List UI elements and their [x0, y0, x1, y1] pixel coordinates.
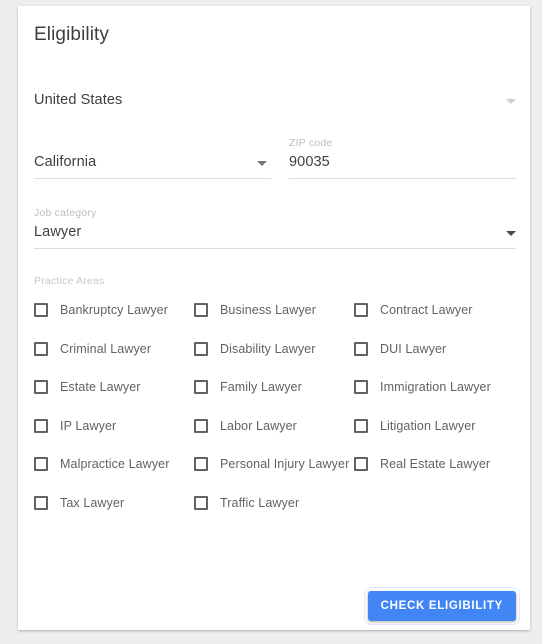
- checkbox-icon[interactable]: [354, 341, 368, 356]
- checkbox-icon[interactable]: [354, 380, 368, 394]
- job-category-underline: [34, 248, 516, 249]
- checkbox-icon[interactable]: [194, 457, 208, 471]
- zip-code-label: ZIP code: [289, 137, 333, 149]
- practice-area-checkbox-item[interactable]: Family Lawyer: [194, 378, 354, 396]
- job-category-value: Lawyer: [34, 224, 82, 240]
- checkbox-icon[interactable]: [354, 303, 368, 317]
- card-content: Eligibility United States California ZIP…: [18, 6, 530, 630]
- checkbox-icon[interactable]: [194, 303, 208, 317]
- state-underline: [34, 178, 271, 179]
- checkbox-icon[interactable]: [354, 457, 368, 471]
- practice-area-checkbox-item[interactable]: Criminal Lawyer: [34, 340, 194, 358]
- practice-area-checkbox-item[interactable]: Malpractice Lawyer: [34, 455, 194, 473]
- practice-area-checkbox-item[interactable]: IP Lawyer: [34, 417, 194, 435]
- zip-code-input[interactable]: 90035: [289, 152, 330, 172]
- job-category-select[interactable]: Job category Lawyer: [34, 207, 516, 249]
- practice-area-label: Estate Lawyer: [60, 380, 141, 394]
- practice-areas-grid: Bankruptcy Lawyer Business Lawyer Contract…: [34, 301, 516, 532]
- chevron-down-icon: [257, 161, 267, 166]
- practice-area-label: Real Estate Lawyer: [380, 457, 491, 471]
- practice-area-label: Disability Lawyer: [220, 341, 316, 356]
- chevron-down-icon: [506, 99, 516, 104]
- practice-area-label: Tax Lawyer: [60, 495, 125, 510]
- zip-code-underline: [289, 178, 516, 179]
- practice-area-label: Immigration Lawyer: [380, 380, 491, 394]
- checkbox-icon[interactable]: [34, 457, 48, 471]
- practice-area-label: Malpractice Lawyer: [60, 457, 170, 471]
- practice-area-checkbox-item[interactable]: Traffic Lawyer: [194, 494, 354, 512]
- practice-area-checkbox-item[interactable]: Real Estate Lawyer: [354, 455, 514, 473]
- practice-area-checkbox-item[interactable]: DUI Lawyer: [354, 340, 514, 358]
- practice-area-checkbox-item[interactable]: Disability Lawyer: [194, 340, 354, 358]
- state-select-value: California: [34, 154, 97, 170]
- practice-area-label: Family Lawyer: [220, 380, 302, 394]
- practice-area-checkbox-item[interactable]: Contract Lawyer: [354, 301, 514, 319]
- practice-area-checkbox-item[interactable]: Litigation Lawyer: [354, 417, 514, 435]
- checkbox-icon[interactable]: [34, 341, 48, 356]
- practice-area-checkbox-item[interactable]: Personal Injury Lawyer: [194, 455, 354, 473]
- check-eligibility-button[interactable]: CHECK ELIGIBILITY: [363, 587, 521, 625]
- eligibility-card: Eligibility United States California ZIP…: [18, 6, 530, 630]
- practice-area-checkbox-item[interactable]: Labor Lawyer: [194, 417, 354, 435]
- zip-code-field[interactable]: ZIP code 90035: [289, 137, 516, 179]
- checkbox-icon[interactable]: [194, 341, 208, 356]
- practice-area-checkbox-item[interactable]: Estate Lawyer: [34, 378, 194, 396]
- practice-area-checkbox-item[interactable]: Tax Lawyer: [34, 494, 194, 512]
- practice-areas-section: Practice Areas Bankruptcy Lawyer Business…: [34, 275, 516, 532]
- practice-area-checkbox-item[interactable]: Immigration Lawyer: [354, 378, 514, 396]
- practice-area-label: Labor Lawyer: [220, 418, 297, 433]
- checkbox-icon[interactable]: [34, 380, 48, 394]
- checkbox-icon[interactable]: [34, 303, 48, 317]
- checkbox-icon[interactable]: [194, 418, 208, 433]
- checkbox-icon[interactable]: [194, 380, 208, 394]
- practice-area-label: Business Lawyer: [220, 303, 316, 317]
- practice-area-checkbox-item[interactable]: Business Lawyer: [194, 301, 354, 319]
- practice-area-label: Traffic Lawyer: [220, 495, 300, 510]
- chevron-down-icon: [506, 231, 516, 236]
- job-category-label: Job category: [34, 207, 97, 219]
- state-select[interactable]: California: [34, 152, 271, 179]
- practice-area-label: Criminal Lawyer: [60, 341, 152, 356]
- page-title: Eligibility: [34, 24, 110, 45]
- checkbox-icon[interactable]: [34, 418, 48, 433]
- checkbox-icon[interactable]: [194, 495, 208, 510]
- practice-area-label: IP Lawyer: [60, 418, 117, 433]
- practice-area-label: Personal Injury Lawyer: [220, 457, 350, 471]
- practice-area-label: Bankruptcy Lawyer: [60, 303, 168, 317]
- checkbox-icon[interactable]: [354, 418, 368, 433]
- practice-areas-label: Practice Areas: [34, 275, 105, 287]
- submit-row: CHECK ELIGIBILITY: [18, 586, 521, 626]
- country-select-value: United States: [34, 92, 123, 108]
- practice-area-label: Contract Lawyer: [380, 303, 473, 317]
- country-select[interactable]: United States: [34, 88, 516, 114]
- practice-area-checkbox-item[interactable]: Bankruptcy Lawyer: [34, 301, 194, 319]
- checkbox-icon[interactable]: [34, 495, 48, 510]
- practice-area-label: Litigation Lawyer: [380, 418, 476, 433]
- practice-area-label: DUI Lawyer: [380, 341, 447, 356]
